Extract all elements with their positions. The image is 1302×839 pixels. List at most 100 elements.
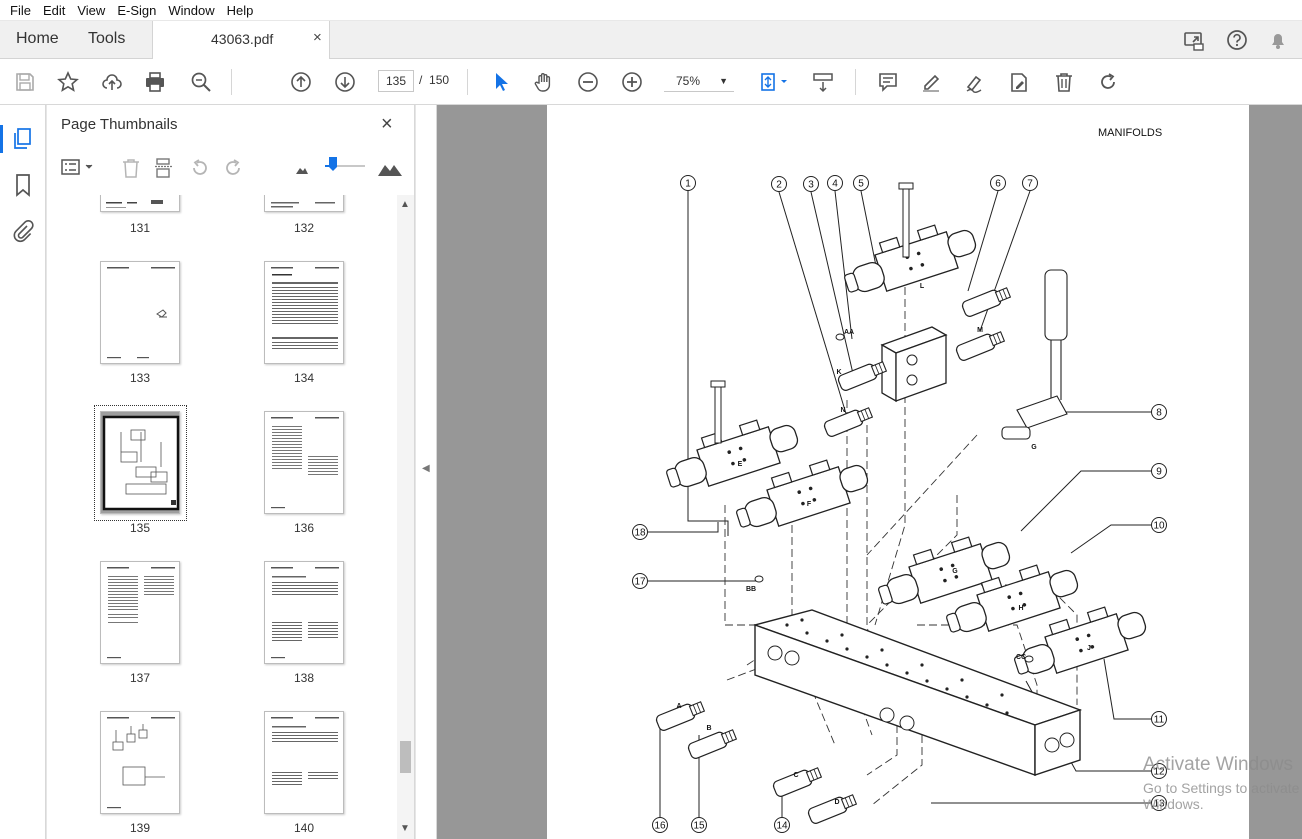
rotate-right-icon[interactable]	[222, 157, 244, 179]
fit-page-icon[interactable]	[756, 70, 792, 94]
menu-view[interactable]: View	[71, 3, 111, 18]
close-panel-icon[interactable]: ×	[381, 113, 393, 136]
page-number-input[interactable]: 135	[378, 70, 414, 92]
upper-manifold-block	[880, 326, 948, 403]
close-tab-icon[interactable]: ×	[313, 29, 322, 46]
thumbnail-page[interactable]	[100, 561, 180, 664]
left-rail	[0, 105, 46, 839]
menu-window[interactable]: Window	[162, 3, 220, 18]
thumbnail-label: 139	[129, 821, 151, 835]
label-bb: BB	[746, 586, 756, 593]
toolbar-divider	[467, 69, 468, 95]
sign-icon[interactable]	[963, 70, 987, 94]
page-thumbnails-icon[interactable]	[11, 127, 35, 151]
label-aa: AA	[844, 329, 854, 336]
menu-help[interactable]: Help	[221, 3, 260, 18]
page-thumbnails-panel: Page Thumbnails × 131 132 133 134 135 13…	[47, 105, 415, 839]
thumbnail-label: 133	[129, 371, 151, 385]
thumbnail-page[interactable]	[100, 195, 180, 212]
zoom-value: 75%	[676, 74, 701, 88]
thumbnail-options-icon[interactable]	[61, 157, 97, 177]
manifold-diagram: 1 2 3 4 5 6 7 8 9 10 11 12 13 14 15 16 1…	[632, 175, 1167, 833]
thumbnail-toolbar	[47, 149, 415, 185]
zoom-in-icon[interactable]	[620, 70, 644, 94]
active-indicator	[0, 125, 3, 153]
highlight-pen-icon[interactable]	[919, 70, 943, 94]
label-d: D	[834, 799, 839, 806]
previous-page-icon[interactable]	[289, 70, 313, 94]
small-thumbnail-icon[interactable]	[295, 161, 309, 175]
rotate-icon[interactable]	[1096, 70, 1120, 94]
delete-page-icon[interactable]	[121, 157, 141, 179]
callout-7: 7	[1027, 179, 1033, 190]
thumbnail-label: 136	[293, 521, 315, 535]
share-screen-icon[interactable]	[1183, 29, 1205, 51]
edit-document-icon[interactable]	[1007, 70, 1031, 94]
scroll-up-icon[interactable]: ▲	[400, 199, 410, 210]
callout-15: 15	[693, 821, 705, 832]
page-count: / 150	[419, 73, 449, 87]
label-a: A	[676, 703, 681, 710]
thumbnail-page[interactable]	[264, 411, 344, 514]
comment-icon[interactable]	[876, 70, 900, 94]
label-e: E	[738, 461, 743, 468]
thumbnail-label: 135	[129, 521, 151, 535]
label-n: N	[840, 407, 845, 414]
thumbnail-page-selected[interactable]	[100, 411, 180, 514]
collapse-arrow-icon[interactable]: ◀	[422, 463, 430, 474]
activate-windows-subtitle: Go to Settings to activate Windows.	[1143, 780, 1300, 812]
upload-cloud-icon[interactable]	[100, 70, 124, 94]
callout-2: 2	[776, 180, 782, 191]
tab-document[interactable]: 43063.pdf ×	[152, 21, 330, 59]
label-g: G	[952, 568, 958, 575]
thumbnail-page[interactable]	[100, 261, 180, 364]
tab-tools[interactable]: Tools	[88, 30, 125, 48]
menu-file[interactable]: File	[4, 3, 37, 18]
page-separator: /	[419, 73, 423, 87]
scroll-mode-icon[interactable]	[811, 70, 835, 94]
next-page-icon[interactable]	[333, 70, 357, 94]
thumbnail-label: 131	[129, 221, 151, 235]
label-g-lever: G	[1031, 444, 1037, 451]
insert-page-icon[interactable]	[154, 157, 174, 179]
callout-16: 16	[654, 821, 666, 832]
panel-title: Page Thumbnails	[61, 116, 178, 133]
thumbnail-label: 138	[293, 671, 315, 685]
tab-home[interactable]: Home	[16, 30, 59, 48]
panel-collapse-strip[interactable]: ◀	[416, 105, 437, 839]
label-b: B	[706, 725, 711, 732]
notification-bell-icon[interactable]	[1267, 29, 1289, 51]
attachments-icon[interactable]	[11, 219, 35, 243]
zoom-out-icon[interactable]	[576, 70, 600, 94]
thumbnail-page[interactable]	[264, 195, 344, 212]
thumbnail-page[interactable]	[264, 261, 344, 364]
thumbnail-page[interactable]	[100, 711, 180, 814]
hand-tool-icon[interactable]	[532, 70, 556, 94]
thumbnail-scrollbar[interactable]: ▲ ▼	[397, 195, 414, 839]
callout-9: 9	[1156, 467, 1162, 478]
document-viewer[interactable]: MANIFOLDS 1 2 3 4 5 6 7 8 9 10 11 12 13 …	[437, 105, 1302, 839]
zoom-search-icon[interactable]	[189, 70, 213, 94]
large-thumbnail-icon[interactable]	[377, 159, 403, 177]
menu-edit[interactable]: Edit	[37, 3, 71, 18]
zoom-select[interactable]: 75% ▼	[664, 70, 734, 92]
print-icon[interactable]	[143, 70, 167, 94]
bookmark-star-icon[interactable]	[56, 70, 80, 94]
thumbnail-label: 134	[293, 371, 315, 385]
delete-icon[interactable]	[1052, 70, 1076, 94]
save-icon[interactable]	[13, 70, 37, 94]
scroll-down-icon[interactable]: ▼	[400, 823, 410, 834]
menu-esign[interactable]: E-Sign	[111, 3, 162, 18]
thumbnail-page[interactable]	[264, 711, 344, 814]
callout-5: 5	[858, 179, 864, 190]
help-icon[interactable]	[1226, 29, 1248, 51]
menu-bar: File Edit View E-Sign Window Help	[0, 0, 1302, 21]
bookmarks-icon[interactable]	[11, 173, 35, 197]
callout-18: 18	[634, 528, 646, 539]
scrollbar-thumb[interactable]	[400, 741, 411, 773]
select-cursor-icon[interactable]	[489, 70, 513, 94]
thumbnail-page[interactable]	[264, 561, 344, 664]
document-page: MANIFOLDS 1 2 3 4 5 6 7 8 9 10 11 12 13 …	[547, 105, 1249, 839]
rotate-left-icon[interactable]	[189, 157, 211, 179]
thumbnail-size-slider[interactable]	[325, 153, 365, 177]
